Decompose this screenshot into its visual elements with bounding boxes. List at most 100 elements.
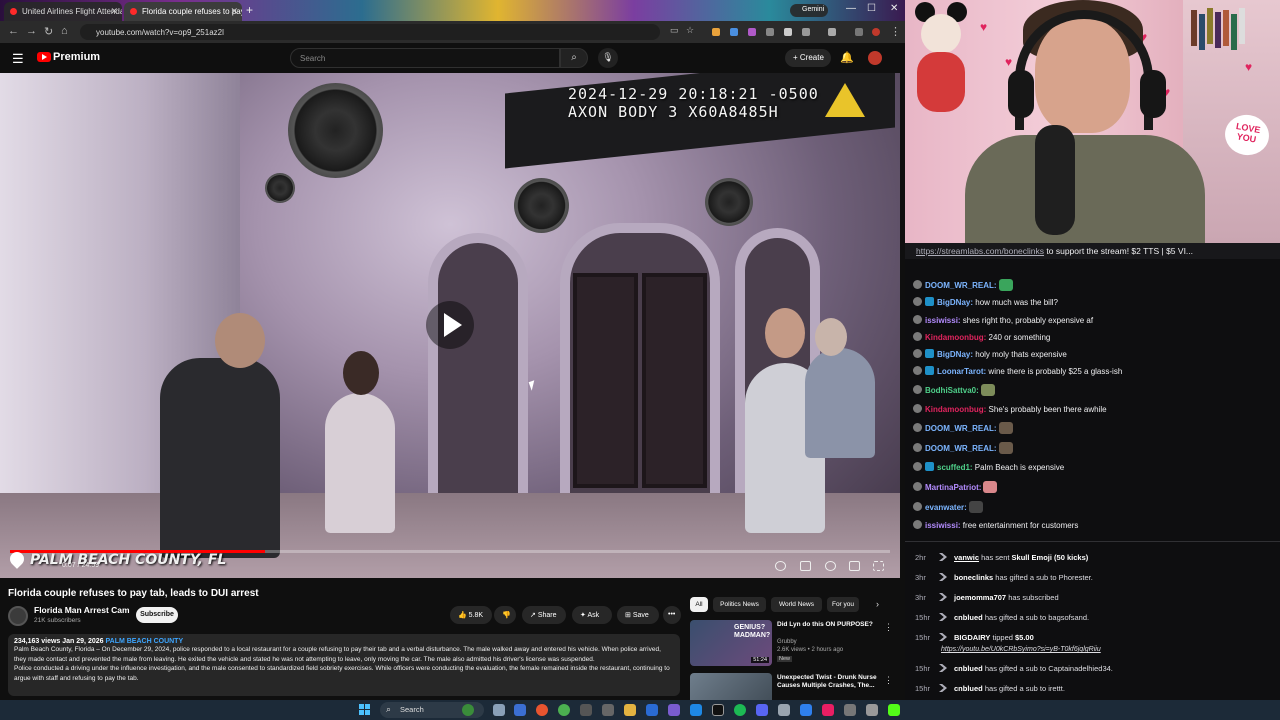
extension-icon[interactable] xyxy=(748,28,756,36)
subscribe-button[interactable]: Subscribe xyxy=(136,607,178,623)
chat-username[interactable]: DOOM_WR_REAL: xyxy=(925,281,997,290)
chat-username[interactable]: MartinaPatriot: xyxy=(925,483,981,492)
chat-username[interactable]: BodhiSattva0: xyxy=(925,386,979,395)
kick-icon[interactable] xyxy=(888,704,900,716)
close-window-icon[interactable]: ✕ xyxy=(890,3,898,14)
reload-icon[interactable]: ↻ xyxy=(44,25,53,38)
home-icon[interactable]: ⌂ xyxy=(61,25,68,37)
search-button[interactable]: ⌕ xyxy=(560,48,588,68)
save-button[interactable]: ⊞ Save xyxy=(617,606,659,624)
app-icon[interactable] xyxy=(646,704,658,716)
profile-avatar[interactable] xyxy=(872,28,880,36)
more-vertical-icon[interactable]: ⋮ xyxy=(884,622,893,633)
extension-icon[interactable] xyxy=(712,28,720,36)
chip-all[interactable]: All xyxy=(690,597,708,612)
dislike-button[interactable]: 👎 xyxy=(494,606,516,624)
minimize-icon[interactable]: — xyxy=(846,3,856,14)
browser-menu-icon[interactable]: ⋮ xyxy=(890,25,901,38)
chat-username[interactable]: BigDNay: xyxy=(937,298,973,307)
app-icon[interactable] xyxy=(580,704,592,716)
chat-username[interactable]: evanwater: xyxy=(925,503,967,512)
chevron-right-icon[interactable]: › xyxy=(876,599,879,609)
play-button[interactable] xyxy=(426,301,474,349)
cast-icon[interactable]: ▭ xyxy=(670,25,679,36)
recommended-video[interactable]: Unexpected Twist - Drunk Nurse Causes Mu… xyxy=(690,673,900,700)
event-username[interactable]: cnblued xyxy=(954,613,983,622)
tab-united-airlines[interactable]: United Airlines Flight Attendant ✕ xyxy=(4,2,122,21)
app-icon[interactable] xyxy=(668,704,680,716)
app-icon[interactable] xyxy=(800,704,812,716)
app-icon[interactable] xyxy=(866,704,878,716)
widget-icon[interactable] xyxy=(462,704,474,716)
video-player[interactable]: 2024-12-29 20:18:21 -0500 AXON BODY 3 X6… xyxy=(0,73,900,578)
chat-username[interactable]: LoonarTarot: xyxy=(937,367,986,376)
event-username[interactable]: cnblued xyxy=(954,684,983,693)
create-button[interactable]: + Create xyxy=(785,49,831,67)
youtube-logo-icon[interactable] xyxy=(37,52,51,62)
file-explorer-icon[interactable] xyxy=(624,704,636,716)
event-username[interactable]: cnblued xyxy=(954,664,983,673)
menu-icon[interactable]: ☰ xyxy=(12,51,24,67)
new-tab-icon[interactable]: + xyxy=(246,3,253,17)
video-thumbnail[interactable] xyxy=(690,673,772,700)
captions-icon[interactable] xyxy=(800,561,811,571)
address-bar[interactable]: youtube.com/watch?v=op9_251az2l xyxy=(80,24,660,40)
app-icon[interactable] xyxy=(756,704,768,716)
back-icon[interactable]: ← xyxy=(8,25,19,37)
fullscreen-icon[interactable] xyxy=(873,561,884,571)
account-avatar[interactable] xyxy=(868,51,882,65)
event-username[interactable]: vanwic xyxy=(954,553,979,562)
autoplay-toggle-icon[interactable] xyxy=(775,561,786,571)
chat-username[interactable]: DOOM_WR_REAL: xyxy=(925,444,997,453)
app-icon[interactable] xyxy=(844,704,856,716)
chat-username[interactable]: Kindamoonbug: xyxy=(925,333,986,342)
video-thumbnail[interactable]: GENIUS? MADMAN? 51:24 xyxy=(690,620,772,666)
video-description[interactable]: 234,163 views Jan 29, 2026 PALM BEACH CO… xyxy=(8,634,680,696)
tip-message-link[interactable]: https://youtu.be/U0kCRbSyimo?si=yB-T0kf6… xyxy=(941,646,1101,653)
extensions-puzzle-icon[interactable] xyxy=(828,28,836,36)
maximize-icon[interactable]: ☐ xyxy=(867,3,876,14)
chat-username[interactable]: issiwissi: xyxy=(925,316,961,325)
close-tab-icon[interactable]: ✕ xyxy=(230,6,238,17)
like-button[interactable]: 👍 5.8K xyxy=(450,606,492,624)
chip-world-news[interactable]: World News xyxy=(771,597,822,612)
close-tab-icon[interactable]: ✕ xyxy=(110,6,118,17)
channel-name[interactable]: Florida Man Arrest Cam xyxy=(34,605,130,615)
chip-for-you[interactable]: For you xyxy=(827,597,859,612)
chat-username[interactable]: BigDNay: xyxy=(937,350,973,359)
event-username[interactable]: joemomma707 xyxy=(954,593,1006,602)
gemini-button[interactable]: Gemini xyxy=(790,4,828,17)
voice-search-button[interactable]: 🎙 xyxy=(598,48,618,68)
map-pin-icon[interactable] xyxy=(822,704,834,716)
search-input[interactable]: Search xyxy=(290,48,560,68)
obs-icon[interactable] xyxy=(712,704,724,716)
channel-avatar[interactable] xyxy=(8,606,28,626)
chat-username[interactable]: scuffed1: xyxy=(937,463,973,472)
ask-button[interactable]: ✦ Ask xyxy=(572,606,612,624)
description-hashtag[interactable]: PALM BEACH COUNTY xyxy=(105,638,183,645)
more-vertical-icon[interactable]: ⋮ xyxy=(884,675,893,686)
app-icon[interactable] xyxy=(602,704,614,716)
task-view-icon[interactable] xyxy=(493,704,505,716)
youtube-brand[interactable]: Premium xyxy=(53,51,100,63)
bookmark-star-icon[interactable]: ☆ xyxy=(686,25,694,36)
event-username[interactable]: BIGDAIRY xyxy=(954,633,990,642)
tab-florida-couple[interactable]: Florida couple refuses to pay tab ✕ xyxy=(124,2,242,21)
extension-icon[interactable] xyxy=(766,28,774,36)
more-actions-button[interactable]: ••• xyxy=(663,606,681,624)
extension-icon[interactable] xyxy=(802,28,810,36)
extension-icon[interactable] xyxy=(784,28,792,36)
spotify-icon[interactable] xyxy=(734,704,746,716)
chrome-icon[interactable] xyxy=(536,704,548,716)
chat-username[interactable]: Kindamoonbug: xyxy=(925,405,986,414)
chrome-icon[interactable] xyxy=(558,704,570,716)
recommended-video[interactable]: GENIUS? MADMAN? 51:24 Did Lyn do this ON… xyxy=(690,620,900,666)
sidebar-icon[interactable] xyxy=(855,28,863,36)
event-username[interactable]: boneclinks xyxy=(954,573,993,582)
chat-username[interactable]: issiwissi: xyxy=(925,521,961,530)
edge-browser-icon[interactable] xyxy=(514,704,526,716)
settings-gear-icon[interactable] xyxy=(825,561,836,571)
chat-username[interactable]: DOOM_WR_REAL: xyxy=(925,424,997,433)
miniplayer-icon[interactable] xyxy=(849,561,860,571)
share-button[interactable]: ↗ Share xyxy=(522,606,566,624)
